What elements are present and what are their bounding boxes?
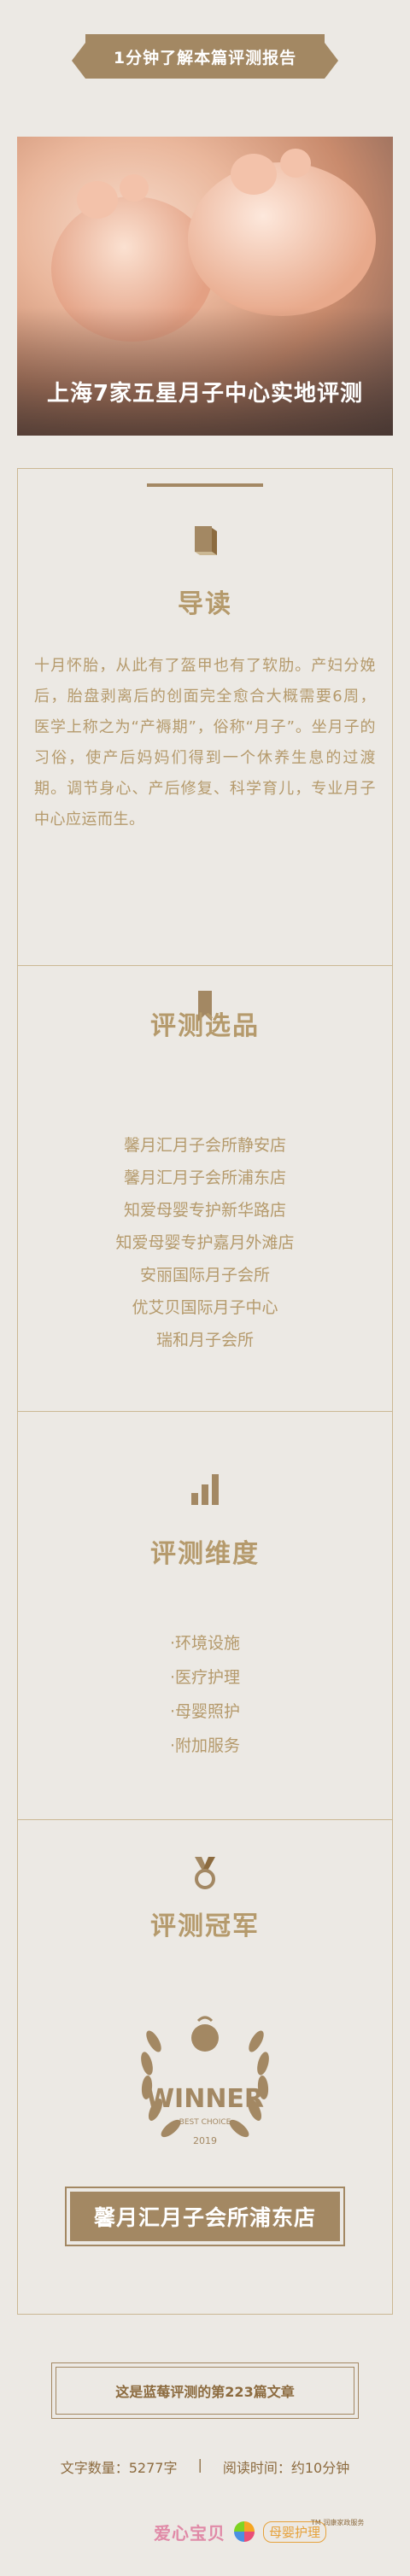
winner-badge-word: WINNER bbox=[145, 2084, 265, 2114]
report-page: 1分钟了解本篇评测报告 上海7家五星月子中心实地评测 导读 十月怀胎，从此有了盔… bbox=[0, 0, 410, 2576]
selection-list: 馨月汇月子会所静安店 馨月汇月子会所浦东店 知爱母婴专护新华路店 知爱母婴专护嘉… bbox=[0, 1129, 410, 1356]
intro-title: 导读 bbox=[178, 589, 232, 619]
list-item: 馨月汇月子会所静安店 bbox=[123, 1136, 286, 1155]
article-count: 这是蓝莓评测的第223篇文章 bbox=[56, 2367, 354, 2415]
list-item: 安丽国际月子会所 bbox=[139, 1266, 270, 1285]
toe bbox=[231, 154, 277, 195]
toe bbox=[77, 181, 118, 219]
footer-brand: 爱心宝贝 母婴护理 bbox=[154, 2515, 410, 2549]
list-item: 馨月汇月子会所浦东店 bbox=[123, 1168, 286, 1187]
baby-foot-right bbox=[188, 162, 376, 316]
champion-title: 评测冠军 bbox=[150, 1912, 260, 1941]
dimensions-list: ·环境设施 ·医疗护理 ·母婴照护 ·附加服务 bbox=[170, 1626, 240, 1763]
list-item: 知爱母婴专护新华路店 bbox=[123, 1201, 286, 1220]
selection-title: 评测选品 bbox=[150, 1011, 260, 1041]
champion-name-box: 馨月汇月子会所浦东店 bbox=[65, 2187, 345, 2246]
section-divider bbox=[17, 1411, 393, 1412]
list-item: 瑞和月子会所 bbox=[155, 1331, 254, 1349]
hero-shade bbox=[17, 307, 393, 436]
brand-logo-icon bbox=[234, 2521, 255, 2542]
toe bbox=[120, 174, 149, 202]
list-item: ·附加服务 bbox=[169, 1736, 241, 1755]
brand-tagline: TM 润康家政服务 bbox=[311, 2519, 365, 2526]
top-banner: 1分钟了解本篇评测报告 bbox=[72, 34, 338, 79]
hero-image: 上海7家五星月子中心实地评测 bbox=[17, 137, 393, 436]
toe bbox=[280, 149, 311, 178]
intro-body: 十月怀胎，从此有了盔甲也有了软肋。产妇分娩后，胎盘剥离后的创面完全愈合大概需要6… bbox=[34, 657, 376, 828]
article-count-box: 这是蓝莓评测的第223篇文章 bbox=[51, 2362, 359, 2419]
winner-badge-year: 2019 bbox=[193, 2135, 217, 2146]
word-count: 文字数量：5277字 bbox=[60, 2460, 178, 2476]
read-time: 阅读时间：约10分钟 bbox=[222, 2460, 350, 2476]
list-item: ·母婴照护 bbox=[169, 1702, 241, 1721]
section-divider bbox=[17, 1819, 393, 1820]
dimensions-title: 评测维度 bbox=[150, 1539, 260, 1569]
medal-icon bbox=[195, 1857, 215, 1889]
champion-name: 馨月汇月子会所浦东店 bbox=[70, 2192, 340, 2241]
list-item: 优艾贝国际月子中心 bbox=[132, 1298, 278, 1317]
stats-separator: | bbox=[197, 2456, 202, 2473]
brand-left: 爱心宝贝 bbox=[154, 2522, 226, 2544]
reading-stats: 文字数量：5277字 | 阅读时间：约10分钟 bbox=[0, 2456, 410, 2477]
list-item: 知爱母婴专护嘉月外滩店 bbox=[115, 1233, 295, 1252]
section-divider bbox=[17, 965, 393, 966]
section-accent-bar bbox=[147, 483, 263, 487]
bar-chart-icon bbox=[191, 1474, 219, 1505]
winner-badge-sub: BEST CHOICE bbox=[179, 2118, 231, 2127]
book-icon bbox=[195, 526, 217, 555]
hero-title: 上海7家五星月子中心实地评测 bbox=[46, 381, 364, 407]
list-item: ·环境设施 bbox=[169, 1634, 241, 1653]
list-item: ·医疗护理 bbox=[169, 1668, 241, 1687]
